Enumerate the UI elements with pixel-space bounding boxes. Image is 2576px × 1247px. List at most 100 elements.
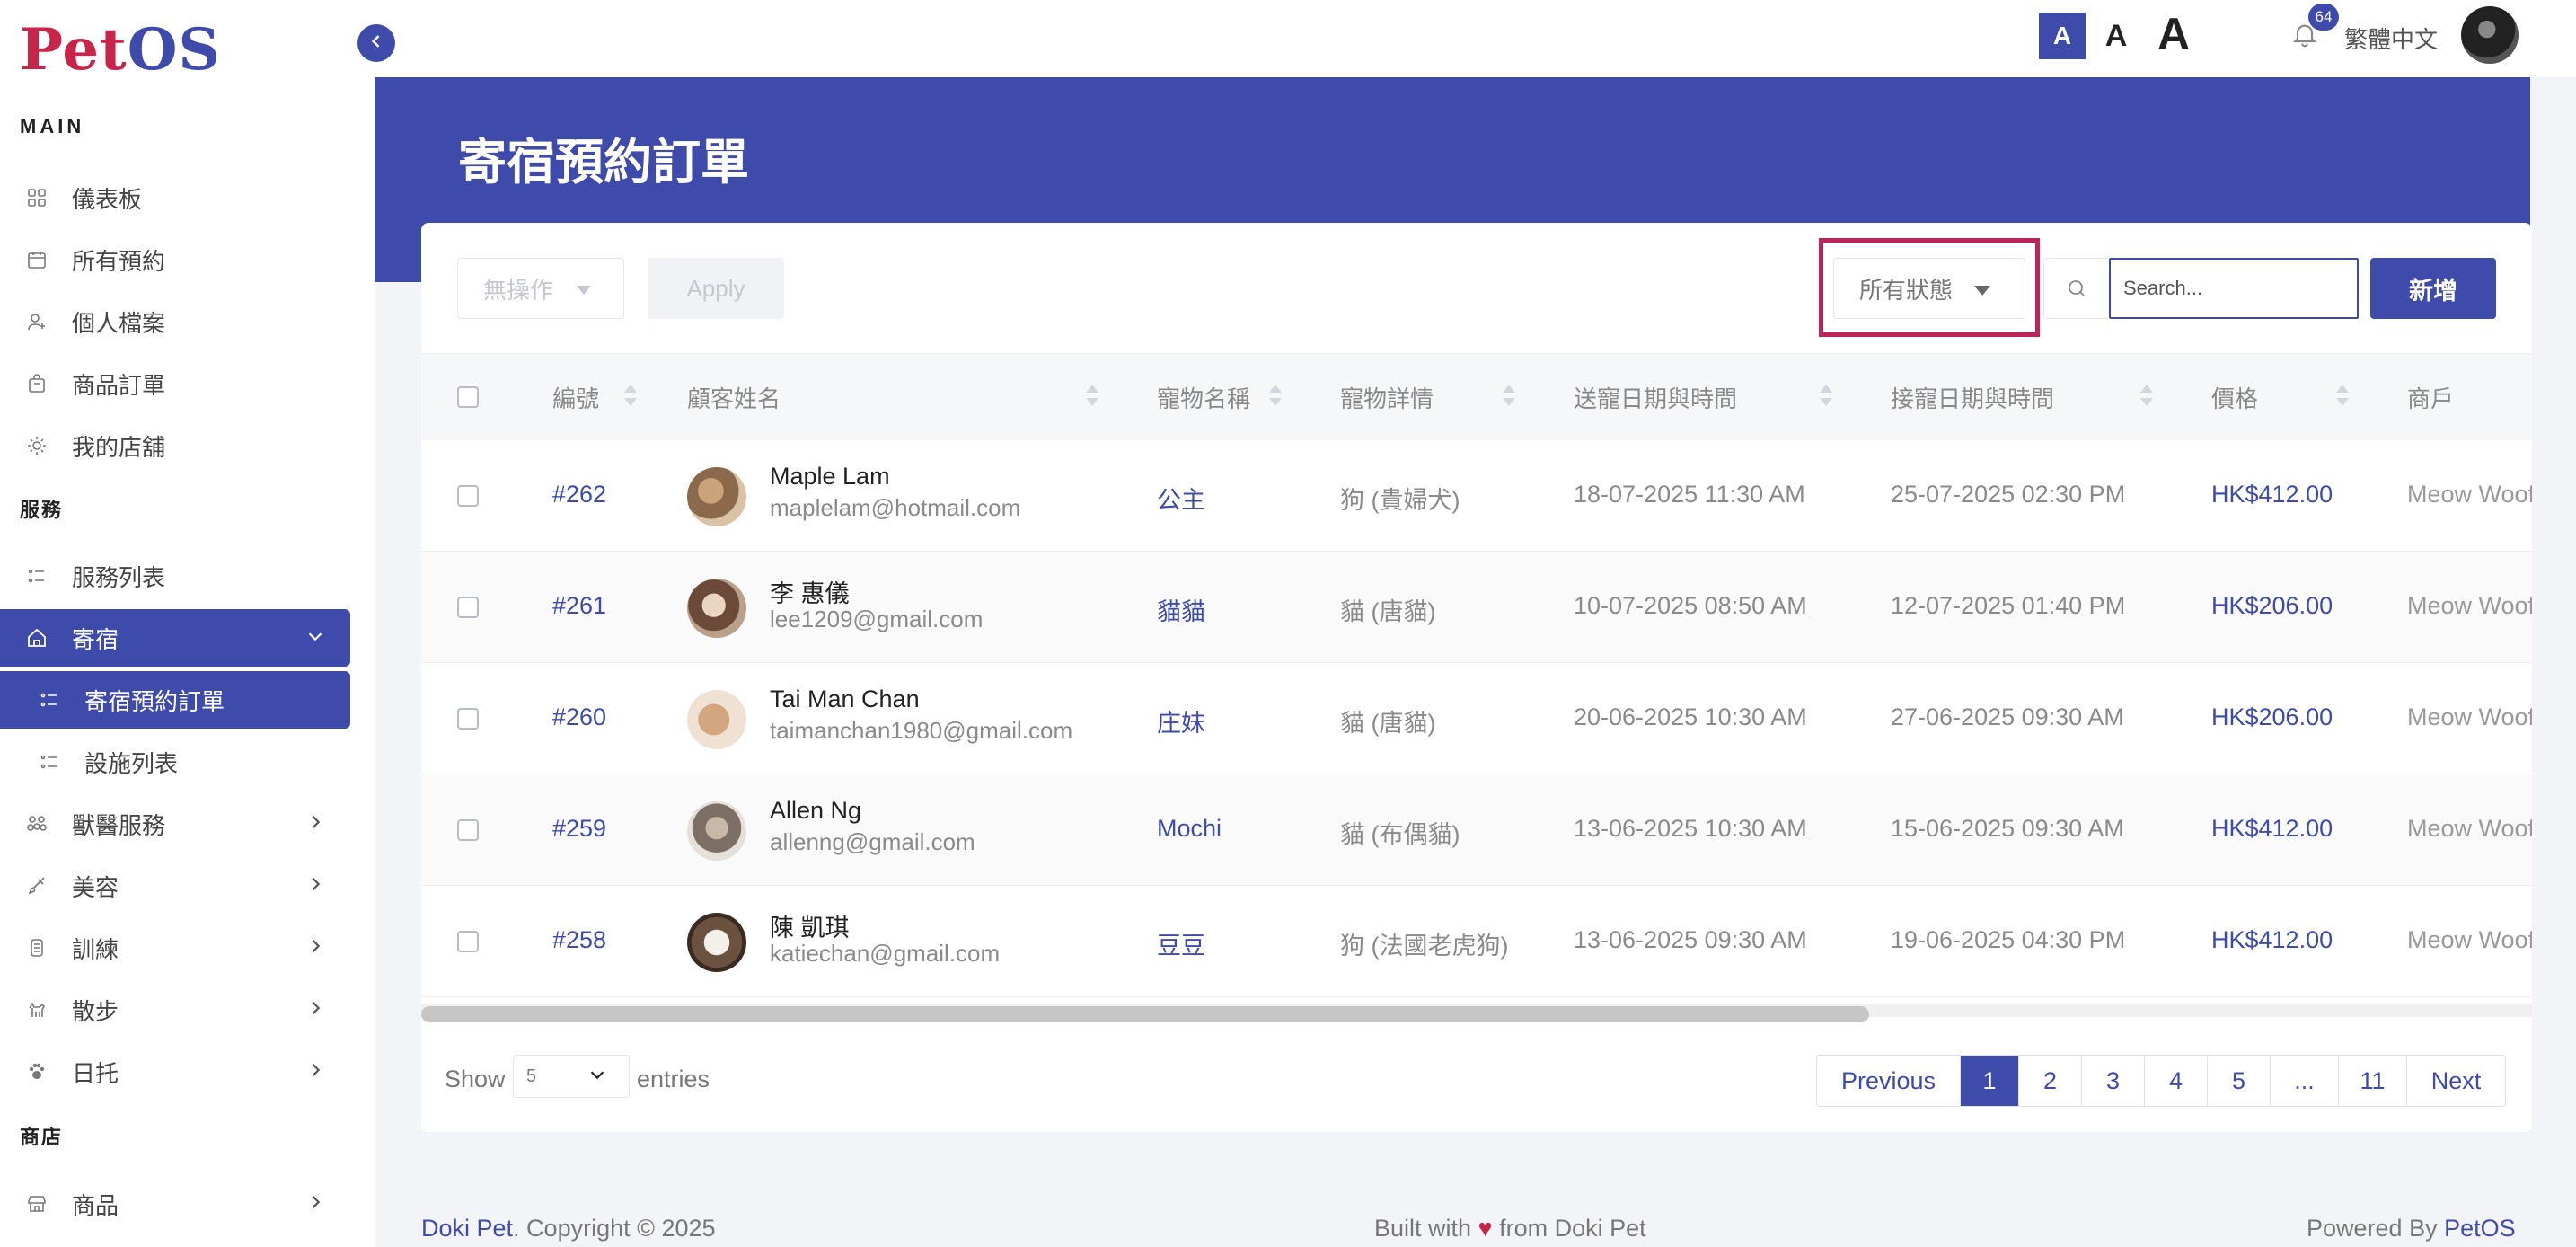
petos-logo[interactable]: PetOS [20,16,221,84]
font-size-medium-button[interactable]: A [2093,13,2139,59]
column-header-dropoff[interactable]: 送寵日期與時間 [1574,354,1737,440]
sidebar-item-label: 服務列表 [72,563,166,591]
apply-button[interactable]: Apply [648,258,784,319]
bag-icon [23,370,50,397]
sidebar-item-my-store[interactable]: 我的店舖 [0,417,350,474]
sidebar-item-product-orders[interactable]: 商品訂單 [0,355,350,412]
pickup-datetime: 19-06-2025 04:30 PM [1891,926,2126,953]
customer-avatar [687,913,746,972]
pet-name-link[interactable]: 公主 [1157,481,1205,516]
row-checkbox[interactable] [457,485,479,507]
sidebar-item-training[interactable]: 訓練 [0,919,350,977]
sidebar-item-daycare[interactable]: 日托 [0,1043,350,1101]
row-checkbox[interactable] [457,597,479,618]
column-header-merchant[interactable]: 商戶 [2407,354,2454,440]
order-id-link[interactable]: #262 [552,481,606,509]
pet-name-link[interactable]: 豆豆 [1157,926,1205,961]
sidebar-collapse-button[interactable] [357,24,395,62]
customer-email: maplelam@hotmail.com [770,494,1021,521]
column-header-pet-detail[interactable]: 寵物詳情 [1340,354,1434,440]
price: HK$412.00 [2211,926,2333,953]
brush-icon [23,872,50,899]
sidebar-item-service-list[interactable]: 服務列表 [0,547,350,605]
column-header-pickup[interactable]: 接寵日期與時間 [1891,354,2054,440]
pagination-page[interactable]: 4 [2145,1056,2208,1106]
row-checkbox[interactable] [457,819,479,841]
column-header-customer[interactable]: 顧客姓名 [687,354,781,440]
table-row[interactable]: #261 李 惠儀 lee1209@gmail.com 貓貓 貓 (唐貓) 10… [421,552,2532,663]
font-size-small-button[interactable]: A [2039,13,2086,59]
pagination-page[interactable]: 11 [2339,1056,2407,1106]
table-row[interactable]: #259 Allen Ng allenng@gmail.com Mochi 貓 … [421,774,2532,886]
sidebar-item-profile[interactable]: 個人檔案 [0,293,350,350]
dropoff-datetime: 20-06-2025 10:30 AM [1574,703,1807,730]
column-header-id[interactable]: 編號 [552,354,599,440]
sidebar-item-label: 寄宿 [72,625,119,653]
pagination-page[interactable]: 5 [2208,1056,2271,1106]
bulk-action-select[interactable]: 無操作 [457,258,624,319]
user-avatar[interactable] [2461,6,2519,64]
list-icon [36,748,63,775]
order-id-link[interactable]: #260 [552,703,606,731]
table-row[interactable]: #258 陳 凱琪 katiechan@gmail.com 豆豆 狗 (法國老虎… [421,886,2532,997]
price: HK$206.00 [2211,592,2333,619]
search-input[interactable] [2109,258,2359,319]
pet-detail: 貓 (唐貓) [1340,598,1436,625]
sort-icon[interactable] [2140,385,2153,410]
paw-icon [23,1058,50,1085]
row-checkbox[interactable] [457,931,479,952]
sort-icon[interactable] [2336,385,2349,410]
sort-icon[interactable] [1820,385,1832,410]
pagination-page[interactable]: 2 [2019,1056,2082,1106]
sidebar: PetOS MAIN 儀表板 所有預約 個人檔案 商品訂單 我的店舖 服務 服務… [0,0,375,1247]
entries-label: entries [637,1066,710,1092]
pet-name-link[interactable]: 庄妹 [1157,703,1205,738]
order-id-link[interactable]: #259 [552,815,606,843]
font-size-large-button[interactable]: A [2147,7,2201,61]
sidebar-item-grooming[interactable]: 美容 [0,857,350,915]
footer-petos-link[interactable]: PetOS [2444,1215,2516,1242]
search-icon[interactable] [2043,258,2108,319]
language-switcher[interactable]: 繁體中文 [2344,22,2438,55]
table-row[interactable]: #262 Maple Lam maplelam@hotmail.com 公主 狗… [421,440,2532,552]
heart-icon: ♥ [1478,1215,1493,1242]
sidebar-item-label: 寄宿預約訂單 [84,687,225,715]
order-id-link[interactable]: #258 [552,926,606,954]
pickup-datetime: 27-06-2025 09:30 AM [1891,703,2124,730]
chevron-down-icon [587,1065,607,1090]
sort-icon[interactable] [624,385,637,410]
sort-icon[interactable] [1086,385,1098,410]
entries-per-page-select[interactable]: 5 [513,1055,630,1098]
pagination-next[interactable]: Next [2407,1056,2505,1106]
dog-walk-icon [23,996,50,1023]
pet-name-link[interactable]: 貓貓 [1157,592,1205,627]
sidebar-item-facility-list[interactable]: 設施列表 [0,733,350,791]
status-filter-select[interactable]: 所有狀態 [1833,258,2025,319]
column-header-pet-name[interactable]: 寵物名稱 [1157,354,1250,440]
pagination-previous[interactable]: Previous [1817,1056,1961,1106]
footer-brand-link[interactable]: Doki Pet [421,1215,513,1242]
row-checkbox[interactable] [457,708,479,730]
sidebar-item-products[interactable]: 商品 [0,1175,350,1233]
dropoff-datetime: 10-07-2025 08:50 AM [1574,592,1807,619]
table-row[interactable]: #260 Tai Man Chan taimanchan1980@gmail.c… [421,663,2532,774]
select-all-checkbox[interactable] [457,386,479,408]
table-header: 編號 顧客姓名 寵物名稱 寵物詳情 送寵日期與時間 接寵日期與時間 價格 商戶 [421,354,2532,440]
horizontal-scrollbar-thumb[interactable] [421,1006,1869,1022]
column-header-price[interactable]: 價格 [2211,354,2258,440]
pickup-datetime: 12-07-2025 01:40 PM [1891,592,2126,619]
sort-icon[interactable] [1503,385,1515,410]
dropoff-datetime: 13-06-2025 10:30 AM [1574,815,1807,842]
pet-name-link[interactable]: Mochi [1157,815,1222,843]
pagination-page[interactable]: 3 [2082,1056,2145,1106]
sidebar-item-walking[interactable]: 散步 [0,981,350,1039]
pagination-page[interactable]: 1 [1961,1056,2019,1106]
sidebar-item-boarding-orders[interactable]: 寄宿預約訂單 [0,671,350,729]
add-button[interactable]: 新增 [2370,258,2496,319]
sidebar-item-vet[interactable]: 獸醫服務 [0,795,350,853]
sidebar-item-dashboard[interactable]: 儀表板 [0,169,350,226]
sidebar-item-boarding[interactable]: 寄宿 [0,609,350,667]
sidebar-item-all-bookings[interactable]: 所有預約 [0,231,350,288]
order-id-link[interactable]: #261 [552,592,606,620]
sort-icon[interactable] [1269,385,1282,410]
